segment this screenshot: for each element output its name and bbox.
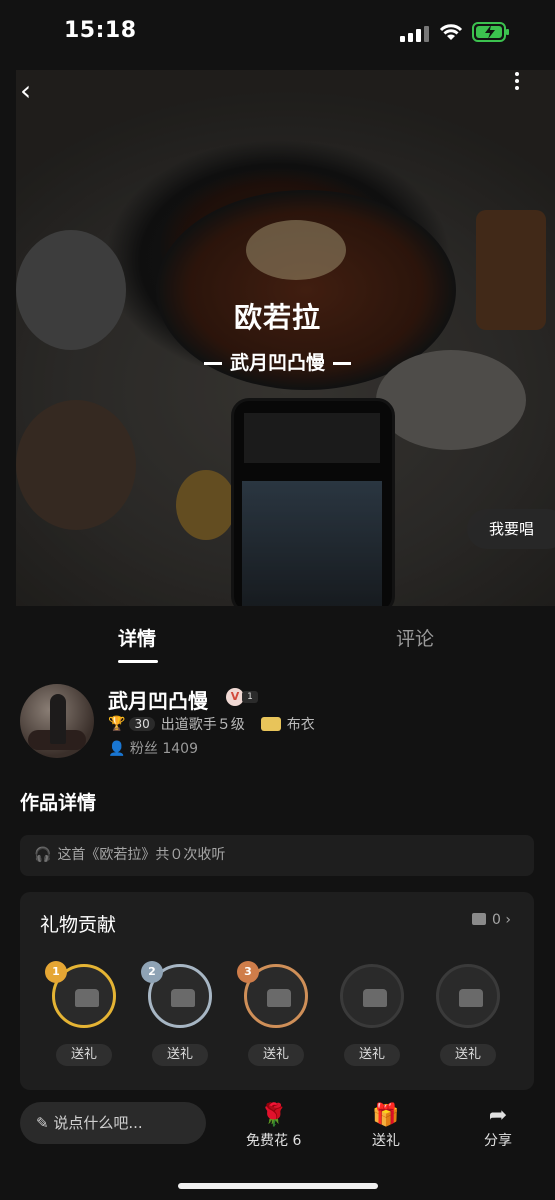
gift-slot-3[interactable]: 3	[237, 961, 308, 1028]
song-artist: 武月凹凸慢	[229, 352, 325, 374]
headphones-icon: 🎧	[34, 847, 52, 863]
gift-contribution-title: 礼物贡献	[40, 914, 117, 936]
singer-level: 出道歌手５级	[160, 717, 245, 733]
share-label: 分享	[484, 1133, 512, 1149]
pencil-icon: ✎	[36, 1114, 54, 1132]
send-gift-button[interactable]: 🎁 送礼	[372, 1104, 400, 1150]
trophy-icon: 🏆	[108, 716, 126, 732]
tab-indicator	[118, 660, 158, 663]
gift-slot-5[interactable]	[436, 964, 500, 1028]
title-badge: 布衣	[286, 717, 315, 733]
gift-contribution-card: 礼物贡献 0 › 1 送礼 2 送礼 3 送礼 送礼 送礼	[20, 892, 534, 1090]
wifi-icon	[439, 24, 463, 40]
user-avatar[interactable]	[20, 684, 94, 758]
tab-details[interactable]: 详情	[118, 624, 156, 651]
empty-seat-icon	[267, 989, 291, 1007]
send-gift-label: 送礼	[372, 1133, 400, 1149]
share-arrow-icon: ➦	[488, 1103, 508, 1128]
chevron-right-icon: ›	[505, 912, 511, 928]
empty-seat-icon	[363, 989, 387, 1007]
free-flower-count: 6	[292, 1133, 302, 1149]
gift-icon: 🎁	[372, 1103, 400, 1128]
person-icon: 👤	[108, 741, 126, 757]
gift-slot-2[interactable]: 2	[141, 961, 212, 1028]
vip-level: 1	[242, 691, 258, 703]
vip-badge: V 1	[226, 688, 260, 706]
rank-badge-3: 3	[237, 961, 259, 983]
home-indicator	[178, 1183, 378, 1189]
more-options-icon[interactable]	[515, 72, 521, 93]
free-flower-label: 免费花	[246, 1133, 288, 1149]
gift-send-button-1[interactable]: 送礼	[56, 1044, 112, 1066]
sing-button[interactable]: 我要唱	[467, 509, 555, 549]
status-bar: 15:18	[0, 0, 555, 66]
trophy-count: 30	[129, 717, 155, 731]
battery-charging-icon	[472, 22, 509, 42]
gift-send-button-3[interactable]: 送礼	[248, 1044, 304, 1066]
gift-slot-4[interactable]	[340, 964, 404, 1028]
work-details-heading: 作品详情	[20, 792, 97, 814]
detail-tabs: 详情 评论	[0, 606, 555, 668]
comment-input[interactable]: ✎ 说点什么吧...	[20, 1102, 206, 1144]
fans-count: 1409	[162, 741, 198, 757]
listen-count-text: 这首《欧若拉》共０次收听	[57, 847, 226, 863]
rank-badge-2: 2	[141, 961, 163, 983]
rank-badge-1: 1	[45, 961, 67, 983]
song-artist-line: 武月凹凸慢	[0, 348, 555, 375]
empty-seat-icon	[459, 989, 483, 1007]
gift-box-icon	[472, 913, 486, 925]
tab-comments[interactable]: 评论	[396, 624, 434, 651]
song-title: 欧若拉	[233, 301, 321, 334]
listen-count-box: 🎧 这首《欧若拉》共０次收听	[20, 835, 534, 876]
user-level-row: 🏆 30 出道歌手５级 布衣	[108, 714, 315, 734]
fans-row: 👤 粉丝 1409	[108, 738, 198, 758]
gift-slot-1[interactable]: 1	[45, 961, 116, 1028]
empty-seat-icon	[75, 989, 99, 1007]
gift-send-button-5[interactable]: 送礼	[440, 1044, 496, 1066]
back-arrow-icon[interactable]: ‹	[20, 74, 31, 107]
fans-label: 粉丝	[129, 741, 158, 757]
rose-icon: 🌹	[259, 1103, 288, 1128]
user-name[interactable]: 武月凹凸慢	[108, 685, 208, 714]
title-badge-icon	[260, 717, 281, 731]
gift-send-button-2[interactable]: 送礼	[152, 1044, 208, 1066]
cellular-signal-icon	[400, 26, 429, 42]
share-button[interactable]: ➦ 分享	[484, 1104, 512, 1150]
gift-count[interactable]: 0 ›	[472, 912, 511, 928]
empty-seat-icon	[171, 989, 195, 1007]
status-time: 15:18	[64, 18, 137, 43]
free-flower-button[interactable]: 🌹 免费花 6	[246, 1104, 301, 1150]
gift-send-button-4[interactable]: 送礼	[344, 1044, 400, 1066]
